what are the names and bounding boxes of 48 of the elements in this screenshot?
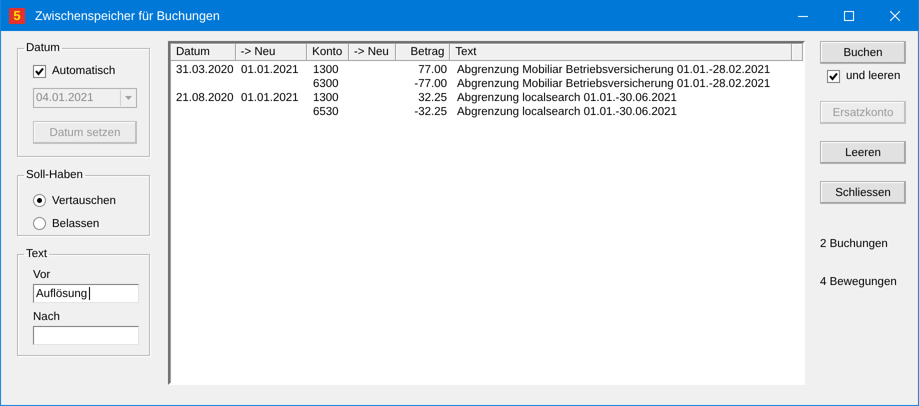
group-label: Text xyxy=(25,247,48,261)
action-button[interactable]: Leeren xyxy=(820,141,906,164)
app-icon: 5 xyxy=(9,8,25,24)
column-header[interactable]: Text xyxy=(450,44,792,61)
group-label: Datum xyxy=(25,41,61,55)
table-cell-text: 6530 xyxy=(312,105,340,119)
field-label: Vor xyxy=(33,269,52,281)
checkbox[interactable] xyxy=(33,64,46,78)
text-field[interactable] xyxy=(33,326,139,345)
table-cell-text: 32.25 xyxy=(417,91,448,105)
table-cell-text: Abgrenzung Mobiliar Betriebsversicherung 01.01.-28.02.2021 xyxy=(456,63,772,77)
radio-button[interactable] xyxy=(33,194,46,207)
text-cursor xyxy=(89,287,90,300)
table-cell-text: -32.25 xyxy=(413,105,448,119)
table-cell-text: 01.01.2021 xyxy=(240,91,300,105)
close-icon[interactable] xyxy=(890,10,900,20)
table-cell-text: 77.00 xyxy=(417,63,448,77)
column-header-filler xyxy=(792,44,803,61)
table-cell-text: Abgrenzung localsearch 01.01.-30.06.2021 xyxy=(456,105,678,119)
table-cell-text: 31.03.2020 xyxy=(175,63,235,77)
action-button[interactable]: Schliessen xyxy=(820,181,906,204)
column-header[interactable]: -> Neu xyxy=(236,44,308,61)
field-label: Nach xyxy=(33,311,61,323)
action-button[interactable]: Buchen xyxy=(820,41,906,64)
table-cell-text: Abgrenzung localsearch 01.01.-30.06.2021 xyxy=(456,91,678,105)
window-title: Zwischenspeicher für Buchungen xyxy=(35,8,221,22)
table-cell-text: 21.08.2020 xyxy=(175,91,235,105)
text-field[interactable]: Auflösung xyxy=(33,284,139,303)
count-label: 2 Buchungen xyxy=(820,238,889,250)
column-header[interactable]: Konto xyxy=(307,44,349,61)
checkbox-label[interactable]: und leeren xyxy=(846,70,900,82)
column-header[interactable]: Datum xyxy=(171,44,236,61)
radio-label[interactable]: Belassen xyxy=(52,218,100,230)
table-cell-text: Abgrenzung Mobiliar Betriebsversicherung 01.01.-28.02.2021 xyxy=(456,77,772,91)
maximize-icon[interactable] xyxy=(844,10,854,20)
radio-button[interactable] xyxy=(33,217,46,230)
table-cell-text: 01.01.2021 xyxy=(240,63,300,77)
column-header[interactable]: -> Neu xyxy=(348,44,396,61)
count-label: 4 Bewegungen xyxy=(820,276,898,288)
group-label: Soll-Haben xyxy=(25,168,84,182)
table-cell-text: 6300 xyxy=(312,77,340,91)
table-cell-text: 1300 xyxy=(312,91,340,105)
table-cell-text: 1300 xyxy=(312,63,340,77)
table-cell-text: -77.00 xyxy=(413,77,448,91)
column-header[interactable]: Betrag xyxy=(396,44,450,61)
checkbox[interactable] xyxy=(827,70,840,82)
radio-label[interactable]: Vertauschen xyxy=(52,194,116,206)
checkbox-label[interactable]: Automatisch xyxy=(52,65,116,77)
